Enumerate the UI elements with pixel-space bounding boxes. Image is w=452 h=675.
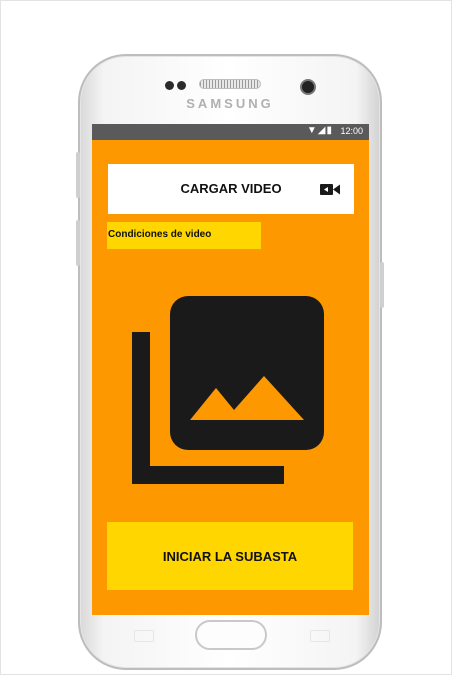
photo-library-icon	[132, 296, 324, 484]
sensor-dot	[165, 81, 174, 90]
status-bar: ▼◢▮ 12:00	[92, 124, 369, 140]
volume-button	[76, 152, 80, 198]
device-brand: SAMSUNG	[186, 96, 274, 111]
wifi-icon: ▼	[306, 125, 318, 136]
volume-button-lower	[76, 220, 80, 266]
back-key[interactable]	[310, 630, 330, 642]
status-time: 12:00	[340, 126, 363, 136]
battery-icon: ▮	[326, 125, 333, 136]
recent-apps-key[interactable]	[134, 630, 154, 642]
sensor-dot	[177, 81, 186, 90]
upload-video-label: CARGAR VIDEO	[180, 181, 282, 196]
video-camera-icon	[320, 184, 340, 195]
front-camera	[300, 79, 316, 95]
earpiece-speaker	[199, 79, 261, 89]
power-button	[380, 262, 384, 308]
home-button[interactable]	[195, 620, 267, 650]
start-auction-label: INICIAR LA SUBASTA	[162, 549, 298, 564]
app-screen: ▼◢▮ 12:00 CARGAR VIDEO Condiciones de vi…	[92, 124, 369, 615]
start-auction-button[interactable]: INICIAR LA SUBASTA	[107, 522, 353, 590]
status-icons: ▼◢▮	[307, 125, 333, 136]
video-conditions-link[interactable]: Condiciones de video	[107, 222, 261, 249]
upload-video-button[interactable]: CARGAR VIDEO	[108, 164, 354, 214]
